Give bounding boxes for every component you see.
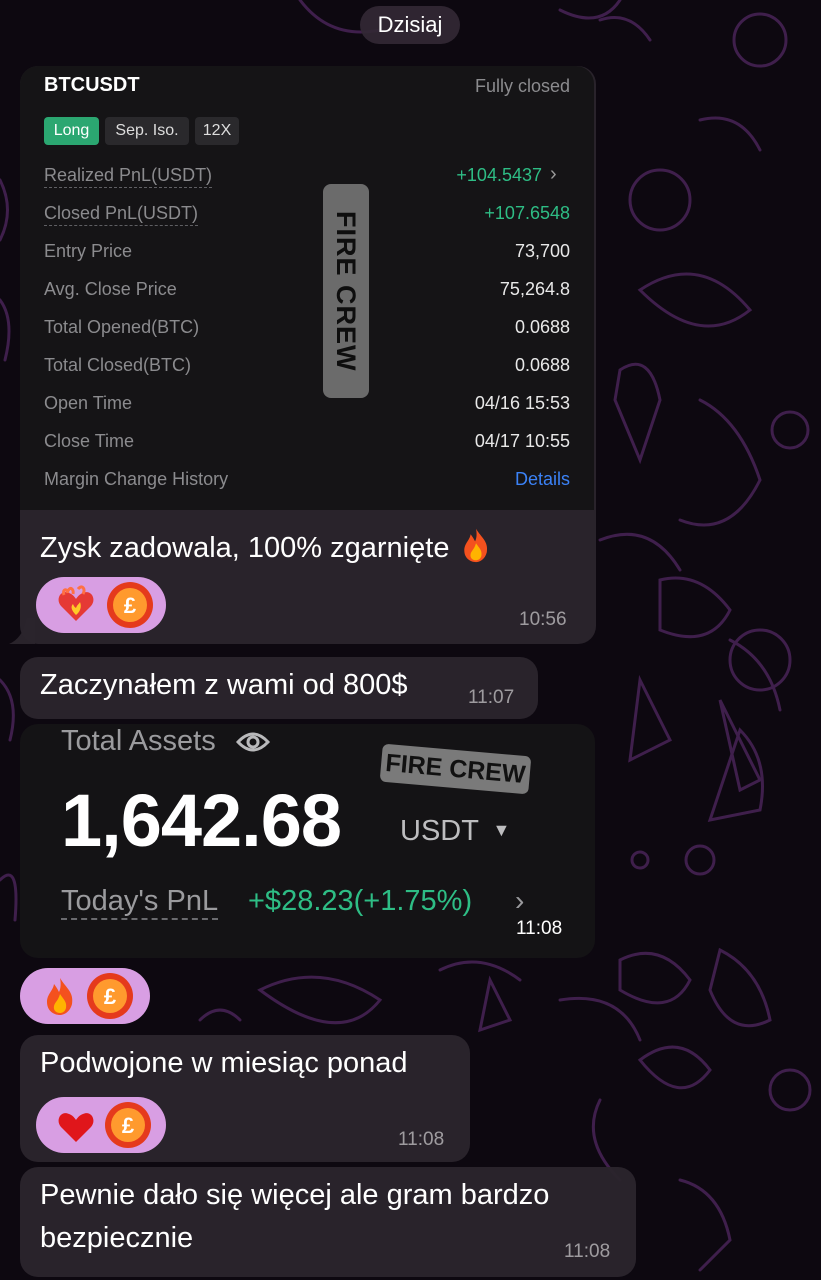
coin-avatar[interactable]: £ xyxy=(86,972,134,1020)
eye-icon[interactable] xyxy=(235,730,270,754)
heart-on-fire-emoji-icon xyxy=(58,585,94,621)
watermark-fire-crew: FIRE CREW xyxy=(323,184,369,398)
svg-text:£: £ xyxy=(124,593,137,618)
todays-pnl-value: +$28.23(+1.75%) xyxy=(248,885,473,917)
reaction-chip[interactable]: £ xyxy=(20,968,150,1024)
svg-text:£: £ xyxy=(122,1113,135,1138)
message-time: 11:08 xyxy=(398,1129,445,1150)
row-value-close-time: 04/17 10:55 xyxy=(474,431,570,451)
total-assets-value: 1,642.68 xyxy=(61,779,342,862)
row-label-closed-pnl: Closed PnL(USDT) xyxy=(44,203,199,226)
coin-avatar[interactable]: £ xyxy=(106,581,154,629)
message-time: 11:07 xyxy=(468,687,515,708)
message-text-line: Pewnie dało się więcej ale gram bardzo xyxy=(40,1179,550,1211)
coin-avatar[interactable]: £ xyxy=(104,1101,152,1149)
currency-selector[interactable]: USDT ▼ xyxy=(400,815,510,848)
row-label-realized-pnl: Realized PnL(USDT) xyxy=(44,165,213,188)
message-text: Podwojone w miesiąc ponad xyxy=(40,1047,408,1079)
tag-leverage: 12X xyxy=(195,117,239,145)
message-time: 11:08 xyxy=(564,1241,611,1262)
caret-down-icon: ▼ xyxy=(492,820,511,840)
message-time: 10:56 xyxy=(519,609,567,630)
red-heart-emoji-icon xyxy=(58,1113,94,1142)
todays-pnl-label: Today's PnL xyxy=(61,885,219,920)
fire-emoji-icon xyxy=(463,528,487,563)
row-label-avg-close: Avg. Close Price xyxy=(44,279,177,299)
message-time: 11:08 xyxy=(516,918,563,939)
tag-margin-mode: Sep. Iso. xyxy=(105,117,189,145)
message-text: Zaczynałem z wami od 800$ xyxy=(40,669,408,701)
row-label-total-opened: Total Opened(BTC) xyxy=(44,317,200,337)
fire-emoji-icon xyxy=(47,978,73,1015)
tag-long: Long xyxy=(44,117,99,145)
date-separator: Dzisiaj xyxy=(360,6,460,44)
trade-symbol: BTCUSDT xyxy=(44,74,140,96)
row-label-total-closed: Total Closed(BTC) xyxy=(44,355,192,375)
svg-text:£: £ xyxy=(104,984,117,1009)
chevron-right-icon[interactable]: › xyxy=(515,885,524,917)
message-text-line: bezpiecznie xyxy=(40,1222,194,1254)
row-label-open-time: Open Time xyxy=(44,393,133,413)
row-label-entry-price: Entry Price xyxy=(44,241,133,261)
message-text: Zysk zadowala, 100% zgarnięte xyxy=(40,527,494,565)
total-assets-label: Total Assets xyxy=(61,725,270,758)
row-label-close-time: Close Time xyxy=(44,431,135,451)
chevron-right-icon[interactable]: › xyxy=(550,163,557,186)
trade-status: Fully closed xyxy=(474,76,570,96)
reaction-chip[interactable]: £ xyxy=(36,577,166,633)
details-link[interactable]: Details xyxy=(330,469,570,490)
reaction-chip[interactable]: £ xyxy=(36,1097,166,1153)
row-label-margin-history: Margin Change History xyxy=(44,469,229,489)
row-value-realized-pnl: +104.5437 xyxy=(456,165,542,185)
